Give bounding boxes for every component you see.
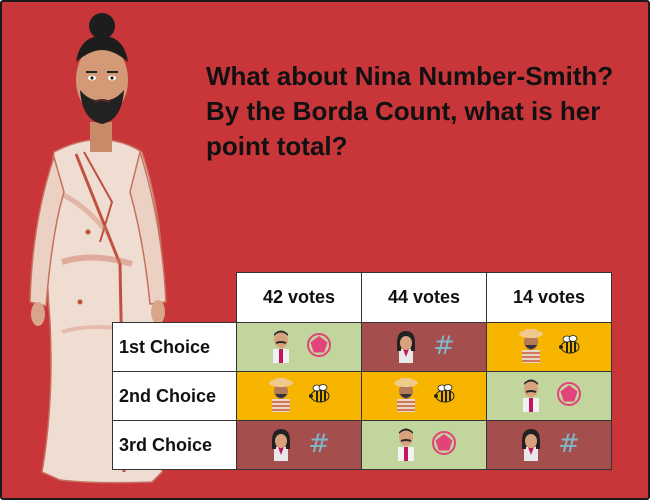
hash-icon: #: [433, 332, 455, 358]
candidate-entry: [391, 376, 457, 412]
candidate-entry: [516, 376, 582, 412]
svg-text:#: #: [433, 332, 455, 358]
column-header: 44 votes: [361, 272, 487, 323]
man-with-straw-hat-avatar: [519, 328, 543, 363]
table-row: 3rd Choice # #: [112, 420, 612, 470]
bee-icon: [434, 383, 455, 402]
svg-text:#: #: [558, 430, 580, 456]
table-cell: [236, 322, 362, 372]
table-cell: [486, 322, 612, 372]
row-header: 3rd Choice: [112, 420, 237, 470]
woman-with-bob-avatar: [397, 330, 415, 363]
candidate-entry: [266, 376, 332, 412]
candidate-entry: [516, 327, 582, 363]
man-with-mustache-avatar: [523, 379, 539, 412]
candidate-entry: [391, 425, 457, 461]
candidate-entry: [266, 327, 332, 363]
pink-pentagon-icon: [432, 430, 456, 455]
slide: What about Nina Number-Smith? By the Bor…: [0, 0, 650, 500]
hash-icon: #: [558, 430, 580, 456]
table-row: 2nd Choice: [112, 371, 612, 421]
man-with-straw-hat-avatar: [394, 377, 418, 412]
table-cell: [486, 371, 612, 421]
candidate-entry: #: [391, 327, 457, 363]
man-with-mustache-avatar: [273, 330, 289, 363]
bee-icon: [559, 334, 580, 353]
table-cell: #: [236, 420, 362, 470]
table-cell: [361, 371, 487, 421]
man-with-straw-hat-avatar: [269, 377, 293, 412]
table-cell: #: [486, 420, 612, 470]
table-row: 1st Choice #: [112, 322, 612, 372]
row-header: 2nd Choice: [112, 371, 237, 421]
pink-pentagon-icon: [307, 332, 331, 357]
borda-preference-table: 42 votes 44 votes 14 votes 1st Choice # …: [112, 272, 612, 470]
header-row: 42 votes 44 votes 14 votes: [113, 272, 612, 323]
question-text: What about Nina Number-Smith? By the Bor…: [206, 61, 614, 161]
svg-text:#: #: [308, 430, 330, 456]
pink-pentagon-icon: [557, 381, 581, 406]
candidate-entry: #: [516, 425, 582, 461]
woman-with-bob-avatar: [522, 428, 540, 461]
table-cell: #: [361, 322, 487, 372]
table-cell: [361, 420, 487, 470]
hash-icon: #: [308, 430, 330, 456]
man-with-mustache-avatar: [398, 428, 414, 461]
woman-with-bob-avatar: [272, 428, 290, 461]
column-header: 14 votes: [486, 272, 612, 323]
candidate-entry: #: [266, 425, 332, 461]
row-header: 1st Choice: [112, 322, 237, 372]
table-cell: [236, 371, 362, 421]
column-header: 42 votes: [236, 272, 362, 323]
bee-icon: [309, 383, 330, 402]
empty-corner: [113, 273, 237, 323]
